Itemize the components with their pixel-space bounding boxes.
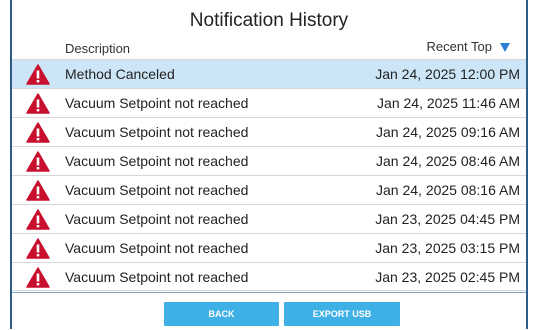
list-item[interactable]: Vacuum Setpoint not reached Jan 24, 2025… [12, 88, 526, 117]
warning-icon [26, 64, 50, 85]
warning-icon [26, 122, 50, 143]
row-description: Vacuum Setpoint not reached [65, 124, 249, 140]
row-description: Vacuum Setpoint not reached [65, 153, 249, 169]
row-description: Vacuum Setpoint not reached [65, 95, 249, 111]
warning-icon [26, 180, 50, 201]
row-timestamp: Jan 23, 2025 02:45 PM [375, 269, 520, 285]
warning-icon [26, 238, 50, 259]
row-description: Method Canceled [65, 66, 175, 82]
footer-bar: BACK EXPORT USB [12, 292, 526, 330]
row-description: Vacuum Setpoint not reached [65, 211, 249, 227]
row-timestamp: Jan 23, 2025 03:15 PM [375, 240, 520, 256]
row-description: Vacuum Setpoint not reached [65, 182, 249, 198]
list-item[interactable]: Vacuum Setpoint not reached Jan 24, 2025… [12, 117, 526, 146]
export-usb-button[interactable]: EXPORT USB [284, 302, 400, 326]
row-timestamp: Jan 24, 2025 09:16 AM [376, 124, 520, 140]
list-item[interactable]: Vacuum Setpoint not reached Jan 24, 2025… [12, 175, 526, 204]
warning-icon [26, 151, 50, 172]
warning-icon [26, 267, 50, 288]
back-button[interactable]: BACK [164, 302, 279, 326]
list-item[interactable]: Vacuum Setpoint not reached Jan 23, 2025… [12, 262, 526, 291]
sort-toggle[interactable]: Recent Top [426, 39, 510, 54]
notification-list: Method Canceled Jan 24, 2025 12:00 PM Va… [12, 59, 526, 291]
row-description: Vacuum Setpoint not reached [65, 269, 249, 285]
notification-history-panel: Notification History Description Recent … [10, 0, 528, 329]
row-timestamp: Jan 24, 2025 08:46 AM [376, 153, 520, 169]
row-timestamp: Jan 24, 2025 12:00 PM [375, 66, 520, 82]
sort-label: Recent Top [426, 39, 492, 54]
row-description: Vacuum Setpoint not reached [65, 240, 249, 256]
warning-icon [26, 93, 50, 114]
list-item[interactable]: Method Canceled Jan 24, 2025 12:00 PM [12, 59, 526, 88]
list-item[interactable]: Vacuum Setpoint not reached Jan 24, 2025… [12, 146, 526, 175]
row-timestamp: Jan 24, 2025 11:46 AM [377, 95, 520, 111]
page-title: Notification History [189, 10, 349, 31]
list-item[interactable]: Vacuum Setpoint not reached Jan 23, 2025… [12, 233, 526, 262]
row-timestamp: Jan 23, 2025 04:45 PM [375, 211, 520, 227]
sort-down-icon [500, 43, 510, 52]
warning-icon [26, 209, 50, 230]
list-item[interactable]: Vacuum Setpoint not reached Jan 23, 2025… [12, 204, 526, 233]
row-timestamp: Jan 24, 2025 08:16 AM [376, 182, 520, 198]
column-header-description: Description [65, 41, 131, 56]
